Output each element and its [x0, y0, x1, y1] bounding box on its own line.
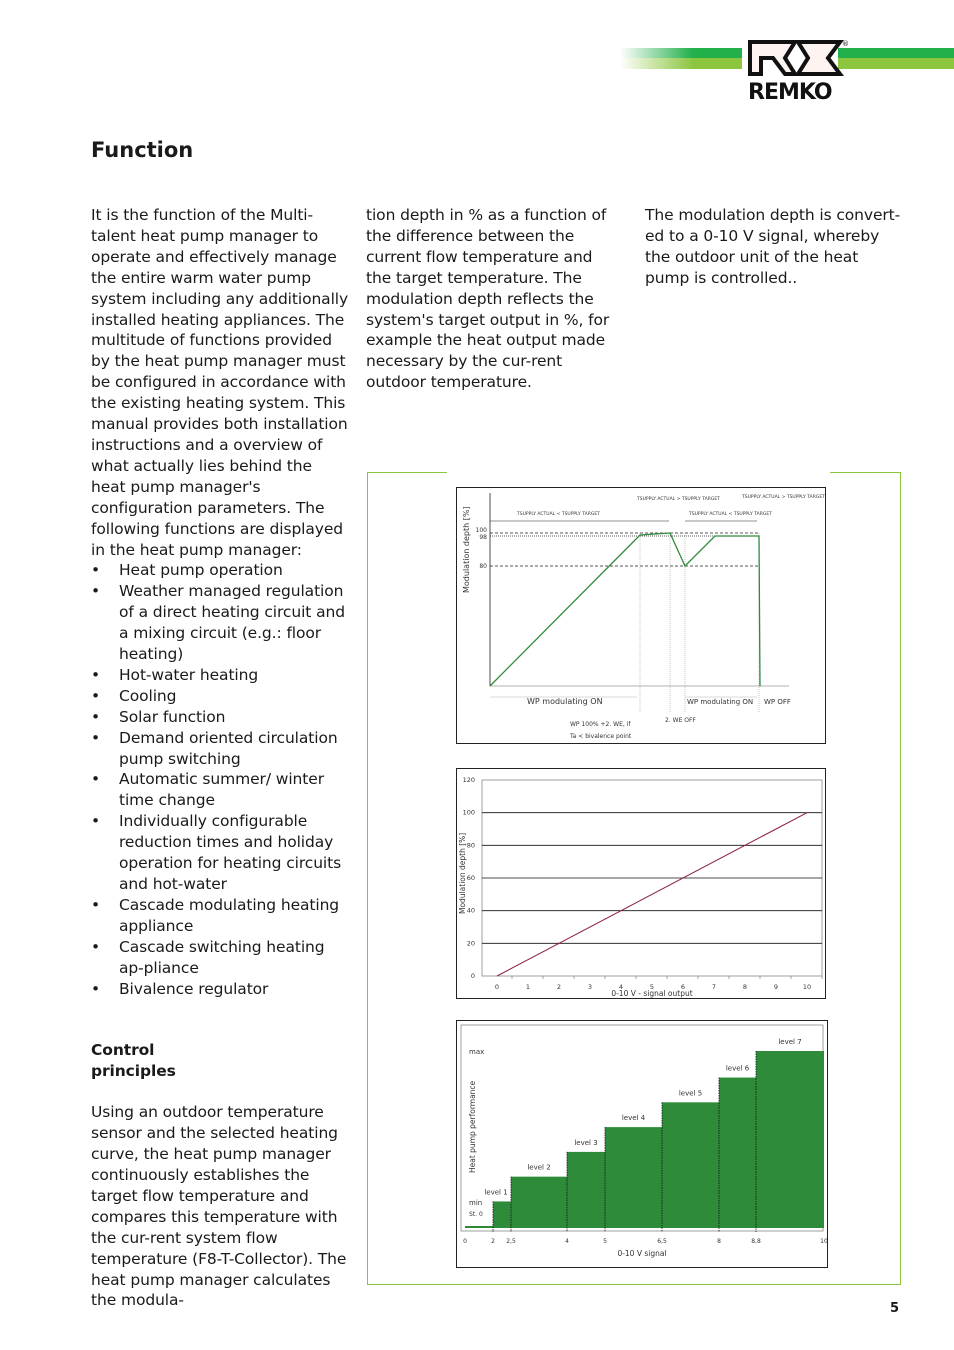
page-number: 5	[890, 1301, 900, 1316]
list-item: Hot-water heating	[91, 665, 351, 686]
x-tick-label: 2,5	[506, 1238, 516, 1245]
svg-text:®: ®	[842, 40, 849, 48]
y-tick-label: 40	[467, 907, 475, 915]
list-item: Weather managed regulation of a direct h…	[91, 581, 351, 665]
level-bar	[465, 1226, 493, 1228]
x-tick-label: 8,8	[751, 1238, 761, 1245]
list-item: Bivalence regulator	[91, 979, 351, 1000]
svg-text:REMKO: REMKO	[748, 80, 832, 105]
x-tick-label: 6,5	[657, 1238, 667, 1245]
level-bar	[567, 1151, 605, 1228]
page-title: Function	[91, 138, 194, 162]
control-paragraph: Using an outdoor temperature sensor and …	[91, 1103, 347, 1310]
level-bar	[605, 1127, 662, 1228]
list-item: Individually configurable reduction time…	[91, 811, 351, 895]
phase-label: WP 100% +2. WE, if	[570, 721, 631, 728]
condition-label: TSUPPLY ACTUAL > TSUPPLY TARGET+ 2K	[741, 494, 825, 500]
y-tick-label: 80	[479, 563, 487, 570]
level-bar	[756, 1051, 824, 1228]
phase-label: WP modulating ON	[687, 698, 753, 706]
y-tick-label: 0	[471, 972, 475, 980]
data-line	[496, 812, 808, 977]
y-axis-label: Modulation depth [%]	[462, 506, 471, 593]
y-tick-label: 80	[467, 841, 475, 849]
phase-label: Ta < bivalence point	[569, 733, 632, 740]
frame-top-left	[367, 472, 447, 473]
condition-label: TSUPPLY ACTUAL < TSUPPLY TARGET	[688, 511, 772, 517]
condition-label: TSUPPLY ACTUAL > TSUPPLY TARGET	[636, 496, 720, 502]
y-tick-label: 100	[463, 809, 475, 817]
list-item: Automatic summer/ winter time change	[91, 769, 351, 811]
level-label: St. 0	[469, 1211, 483, 1218]
x-axis-label: 0-10 V signal	[617, 1249, 666, 1258]
column-2: tion depth in % as a function of the dif…	[366, 205, 622, 393]
level-label: level 2	[527, 1164, 550, 1172]
performance-levels-chart: St. 0 level 1 level 2 level 3 level 4 level 5…	[456, 1020, 828, 1268]
y-axis-label: Heat pump performance	[468, 1080, 477, 1173]
column-2-text: tion depth in % as a function of the dif…	[366, 206, 610, 392]
x-tick-label: 3	[588, 983, 592, 991]
level-bar	[719, 1077, 756, 1228]
x-tick-label: 2	[557, 983, 561, 991]
x-tick-label: 7	[712, 983, 716, 991]
level-label: level 1	[484, 1188, 507, 1196]
x-tick-label: 5	[603, 1238, 607, 1245]
column-3: The modulation depth is convert-ed to a …	[645, 205, 903, 289]
x-tick-label: 1	[526, 983, 530, 991]
y-tick-label: 98	[479, 534, 487, 541]
level-label: level 6	[726, 1065, 750, 1073]
y-tick-label: 100	[476, 527, 488, 534]
column-3-text: The modulation depth is convert-ed to a …	[645, 206, 901, 287]
intro-paragraph: It is the function of the Multi-talent h…	[91, 206, 349, 559]
phase-label: 2. WE OFF	[665, 717, 696, 724]
phase-label: WP modulating ON	[527, 697, 603, 706]
level-bar	[493, 1201, 511, 1228]
list-item: Cascade modulating heating appliance	[91, 895, 351, 937]
page: REMKO ® Function It is the function of t…	[0, 0, 954, 1350]
remko-logo: REMKO ®	[620, 40, 954, 105]
x-tick-label: 4	[565, 1238, 569, 1245]
level-label: level 4	[622, 1114, 646, 1122]
x-tick-label: 0	[463, 1238, 467, 1245]
min-label: min	[469, 1199, 482, 1207]
max-label: max	[469, 1048, 484, 1056]
x-tick-label: 8	[717, 1238, 721, 1245]
level-label: level 7	[778, 1038, 801, 1046]
level-bar	[662, 1102, 719, 1228]
list-item: Heat pump operation	[91, 560, 351, 581]
y-tick-label: 60	[467, 874, 475, 882]
modulation-line	[489, 532, 761, 687]
x-tick-label: 10	[820, 1238, 827, 1245]
list-item: Cooling	[91, 686, 351, 707]
x-tick-label: 8	[743, 983, 747, 991]
frame-top-right	[830, 472, 900, 473]
modulation-diagram: 100 98 80 Modulation depth [%] TSUPPLY ACTUA…	[456, 487, 837, 744]
condition-label: TSUPPLY ACTUAL < TSUPPLY TARGET	[516, 511, 600, 517]
x-axis-label: 0-10 V - signal output	[611, 989, 692, 998]
list-item: Demand oriented circulation pump switchi…	[91, 728, 351, 770]
modulation-signal-chart: 0 20 40 60 80 100 120 0 1 2 3 4 5 6 7 8 9 10 0-10 V - sign…	[456, 768, 826, 999]
y-axis-label: Modulation depth [%]	[458, 833, 467, 914]
list-item: Cascade switching heating ap-pliance	[91, 937, 351, 979]
list-item: Solar function	[91, 707, 351, 728]
level-label: level 5	[679, 1089, 702, 1097]
x-tick-label: 0	[495, 983, 499, 991]
level-bar	[511, 1176, 567, 1228]
function-list: Heat pump operationWeather managed regul…	[91, 560, 351, 999]
y-tick-label: 120	[463, 776, 475, 784]
x-tick-label: 2	[491, 1238, 495, 1245]
x-tick-label: 9	[774, 983, 778, 991]
level-label: level 3	[574, 1139, 597, 1147]
x-tick-label: 10	[803, 983, 811, 991]
column-1: It is the function of the Multi-talent h…	[91, 205, 351, 1311]
phase-label: WP OFF	[764, 698, 791, 706]
y-tick-label: 20	[467, 939, 475, 947]
subheading-control-principles: Control principles	[91, 1041, 176, 1081]
